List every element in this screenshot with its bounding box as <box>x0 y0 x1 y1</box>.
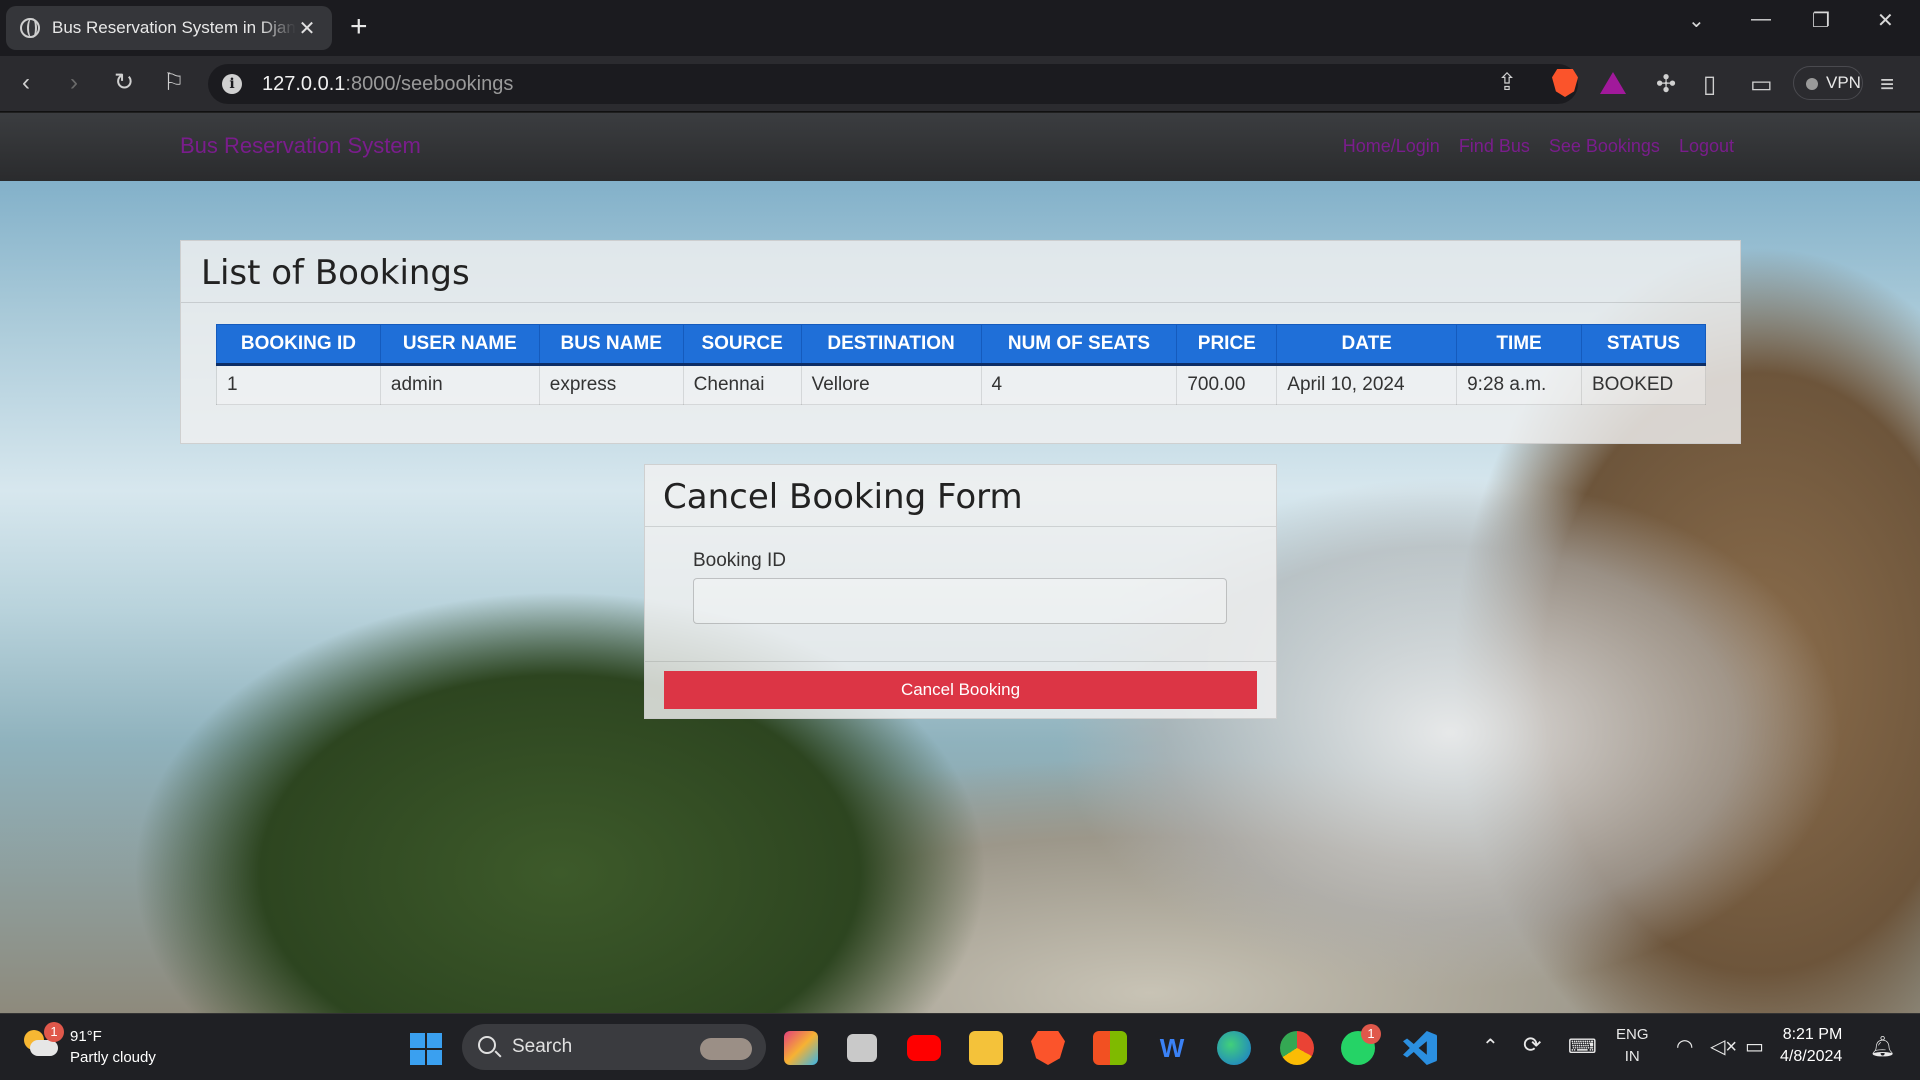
browser-tab[interactable]: Bus Reservation System in Django ✕ <box>6 6 332 50</box>
bookings-table: BOOKING ID USER NAME BUS NAME SOURCE DES… <box>216 324 1707 405</box>
globe-icon <box>20 18 40 38</box>
search-highlight-image <box>700 1038 752 1060</box>
col-time: TIME <box>1456 324 1582 366</box>
vscode-app-icon[interactable] <box>1403 1031 1437 1065</box>
search-icon <box>478 1036 496 1054</box>
booking-id-label: Booking ID <box>693 550 786 571</box>
copilot-app-icon[interactable] <box>784 1031 818 1065</box>
reload-icon[interactable]: ↻ <box>114 68 134 98</box>
microsoft-store-icon[interactable] <box>1093 1031 1127 1065</box>
task-view-icon[interactable] <box>847 1034 877 1062</box>
extensions-icon[interactable]: ✣ <box>1656 70 1676 100</box>
forward-icon[interactable]: › <box>70 68 78 98</box>
site-brand[interactable]: Bus Reservation System <box>180 133 421 159</box>
keyboard-icon[interactable]: ⌨ <box>1568 1034 1597 1059</box>
nav-home-login[interactable]: Home/Login <box>1343 136 1440 157</box>
tray-overflow-icon[interactable]: ⌃ <box>1482 1034 1499 1059</box>
windows-start-icon[interactable] <box>410 1033 442 1065</box>
cell-booking-id: 1 <box>216 364 381 405</box>
col-booking-id: BOOKING ID <box>216 324 381 366</box>
cell-user-name: admin <box>379 364 540 405</box>
taskbar-search[interactable]: Search <box>462 1024 766 1070</box>
col-destination: DESTINATION <box>800 324 982 366</box>
site-nav-links: Home/Login Find Bus See Bookings Logout <box>1343 136 1734 157</box>
back-icon[interactable]: ‹ <box>22 68 30 98</box>
cell-destination: Vellore <box>800 364 982 405</box>
col-status: STATUS <box>1580 324 1707 366</box>
clock[interactable]: 8:21 PM 4/8/2024 <box>1780 1024 1842 1068</box>
address-bar[interactable]: i 127.0.0.1:8000/seebookings <box>208 64 1578 104</box>
taskbar-search-label: Search <box>512 1036 573 1057</box>
bookings-heading: List of Bookings <box>181 241 1740 303</box>
new-tab-icon[interactable]: + <box>350 12 368 42</box>
battery-icon[interactable]: ▭ <box>1745 1034 1764 1059</box>
notification-bell-icon[interactable]: 🔔︎ <box>1870 1034 1895 1059</box>
cell-bus-name: express <box>538 364 684 405</box>
form-divider <box>645 661 1276 662</box>
sidebar-icon[interactable]: ▯ <box>1703 70 1716 100</box>
booking-id-input[interactable] <box>693 578 1227 624</box>
sync-icon[interactable]: ⟳ <box>1523 1032 1541 1058</box>
col-num-of-seats: NUM OF SEATS <box>980 324 1178 366</box>
cell-time: 9:28 a.m. <box>1456 364 1582 405</box>
window-close-icon[interactable]: ✕ <box>1877 8 1894 33</box>
cancel-booking-card: Cancel Booking Form Booking ID Cancel Bo… <box>644 464 1277 719</box>
site-navbar: Bus Reservation System Home/Login Find B… <box>0 113 1920 181</box>
tab-search-chevron-icon[interactable]: ⌄ <box>1688 8 1705 33</box>
close-tab-icon[interactable]: ✕ <box>296 16 318 41</box>
vpn-button[interactable]: VPN <box>1793 66 1863 100</box>
clock-time: 8:21 PM <box>1782 1026 1843 1043</box>
table-header-row: BOOKING ID USER NAME BUS NAME SOURCE DES… <box>216 324 1707 366</box>
clock-date: 4/8/2024 <box>1780 1048 1843 1065</box>
share-icon[interactable]: ⇪ <box>1497 68 1517 98</box>
youtube-app-icon[interactable] <box>907 1035 941 1061</box>
wacom-app-icon[interactable]: W <box>1155 1031 1189 1065</box>
cell-price: 700.00 <box>1176 364 1278 405</box>
nav-logout[interactable]: Logout <box>1679 136 1734 157</box>
weather-badge: 1 <box>44 1022 64 1042</box>
cancel-booking-button[interactable]: Cancel Booking <box>664 671 1257 709</box>
col-source: SOURCE <box>682 324 802 366</box>
lang-region: IN <box>1624 1048 1640 1065</box>
weather-temp: 91°F <box>70 1028 102 1045</box>
nav-find-bus[interactable]: Find Bus <box>1459 136 1530 157</box>
cell-date: April 10, 2024 <box>1276 364 1458 405</box>
browser-tab-bar: Bus Reservation System in Django ✕ + ⌄ —… <box>0 0 1920 56</box>
brave-browser-icon[interactable] <box>1031 1031 1065 1065</box>
taskbar: 1 91°F Partly cloudy Search W 1 ⌃ ⟳ ⌨ EN… <box>0 1013 1920 1080</box>
menu-icon[interactable]: ≡ <box>1880 70 1894 100</box>
brave-rewards-icon[interactable] <box>1600 72 1626 94</box>
col-bus-name: BUS NAME <box>538 324 684 366</box>
file-explorer-icon[interactable] <box>969 1031 1003 1065</box>
minimize-icon[interactable]: — <box>1751 8 1771 31</box>
weather-desc: Partly cloudy <box>70 1049 156 1066</box>
speaker-muted-icon[interactable]: ◁× <box>1710 1034 1737 1059</box>
table-row: 1 admin express Chennai Vellore 4 700.00… <box>216 364 1707 405</box>
lang-code: ENG <box>1616 1026 1649 1043</box>
cancel-form-heading: Cancel Booking Form <box>645 465 1276 527</box>
chrome-browser-icon[interactable] <box>1280 1031 1314 1065</box>
col-price: PRICE <box>1176 324 1278 366</box>
wifi-icon[interactable]: ◠ <box>1676 1034 1693 1059</box>
edge-browser-icon[interactable] <box>1217 1031 1251 1065</box>
col-date: DATE <box>1276 324 1458 366</box>
col-user-name: USER NAME <box>379 324 540 366</box>
whatsapp-badge: 1 <box>1361 1024 1381 1044</box>
tab-title: Bus Reservation System in Django <box>52 18 296 37</box>
wallet-icon[interactable]: ▭ <box>1750 70 1773 100</box>
language-indicator[interactable]: ENG IN <box>1616 1024 1649 1068</box>
bookmark-icon[interactable]: ⚐ <box>163 68 185 98</box>
browser-toolbar: ‹ › ↻ ⚐ i 127.0.0.1:8000/seebookings ⇪ <box>0 56 1920 112</box>
bookings-card: List of Bookings BOOKING ID USER NAME BU… <box>180 240 1741 444</box>
page-content: Bus Reservation System Home/Login Find B… <box>0 113 1920 1013</box>
site-info-icon[interactable]: i <box>222 74 242 94</box>
nav-see-bookings[interactable]: See Bookings <box>1549 136 1660 157</box>
cell-source: Chennai <box>682 364 802 405</box>
cell-num-of-seats: 4 <box>980 364 1178 405</box>
cell-status: BOOKED <box>1580 364 1707 405</box>
address-url[interactable]: 127.0.0.1:8000/seebookings <box>262 73 513 96</box>
restore-icon[interactable]: ❐ <box>1812 8 1830 33</box>
